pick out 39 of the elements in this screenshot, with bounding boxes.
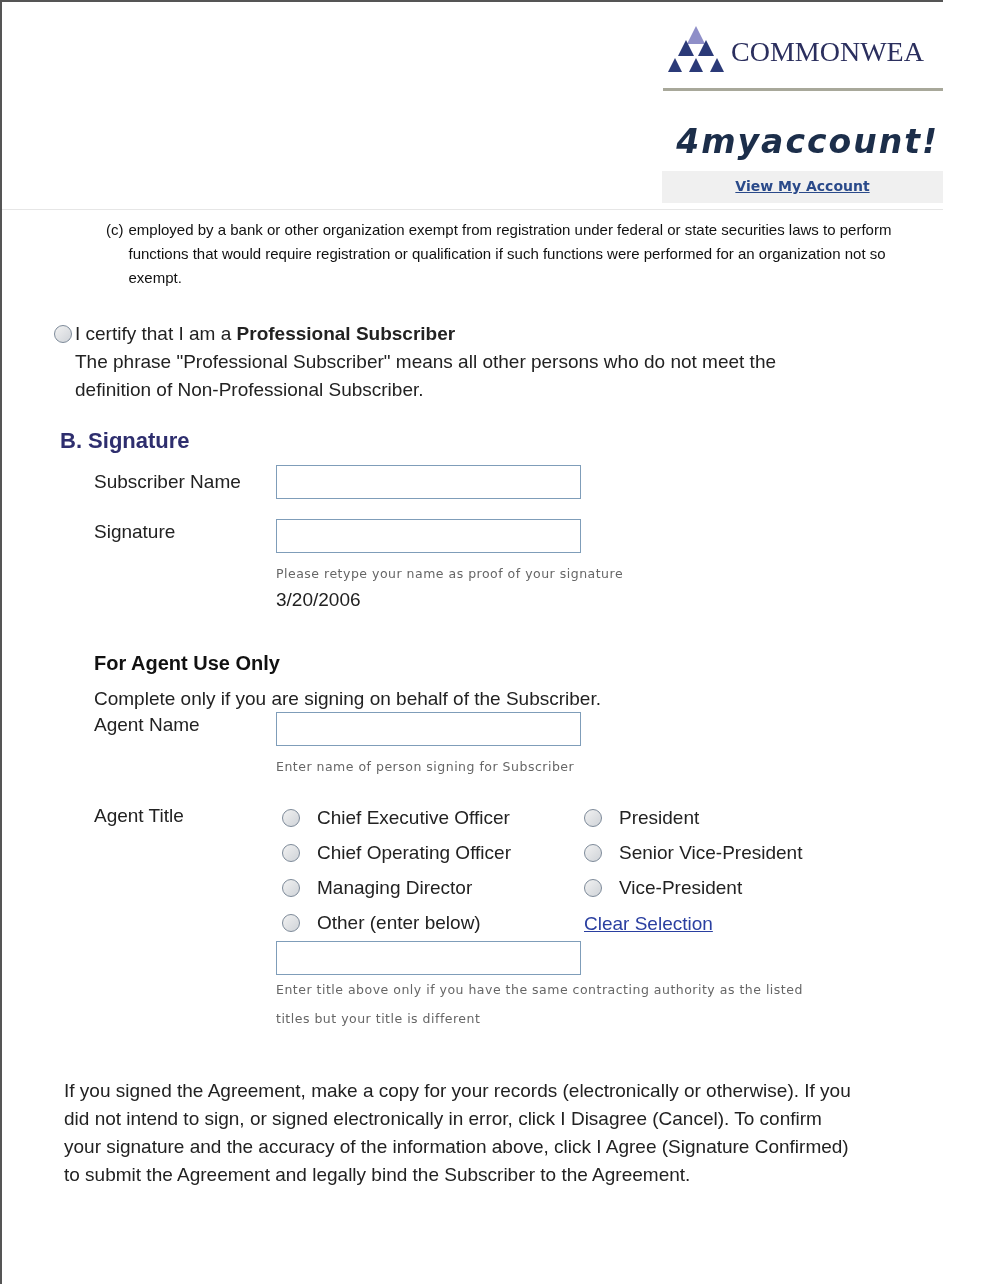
option-label: President: [619, 805, 700, 830]
brand-tagline: 4myaccount!: [676, 121, 940, 163]
field-label: Subscriber Name: [94, 470, 242, 494]
radio-button[interactable]: [584, 879, 602, 897]
input-field[interactable]: [276, 465, 581, 499]
option-label: Managing Director: [317, 875, 473, 900]
hint-text: Enter title above only if you have the same contracting authority as the listed titles but your title is different: [276, 980, 804, 1028]
view-account-link[interactable]: View My Account: [735, 176, 870, 197]
agreement-paragraph: If you signed the Agreement, make a copy for your records (electronically or otherwise). If you did not intend to sign, or signed electronically in error, click I Disagree (Cancel). To confirm your signature and the accuracy of the information above, click I Agree (Signature Confirmed) to submit the Agreement and legally bind the Subscriber to the Agreement.: [63, 1078, 852, 1187]
option-label: Other (enter below): [317, 910, 481, 935]
option-label: Chief Operating Officer: [317, 840, 511, 865]
clause-marker: (c): [106, 220, 124, 240]
radio-button[interactable]: [584, 844, 602, 862]
radio-button[interactable]: [584, 809, 602, 827]
field-label: Signature: [94, 520, 177, 544]
instruction-text: Complete only if you are signing on behalf of the Subscriber.: [94, 687, 602, 711]
field-label: Agent Name: [94, 713, 201, 737]
option-label: Vice-President: [619, 875, 743, 900]
radio-button[interactable]: [282, 809, 300, 827]
option-label: Senior Vice-President: [619, 840, 803, 865]
input-field[interactable]: [276, 519, 581, 553]
clear-selection-link[interactable]: Clear Selection: [584, 910, 844, 939]
subsection-heading: For Agent Use Only: [94, 651, 281, 676]
radio-button[interactable]: [282, 844, 300, 862]
option-label: Chief Executive Officer: [317, 805, 510, 830]
radio-button[interactable]: [282, 914, 300, 932]
clause-text: employed by a bank or other organization exempt from registration under federal or state securities laws to perform functions that would require registration or qualification if such functions were performed for an organization not so exempt.: [128, 220, 893, 288]
input-field[interactable]: [276, 940, 581, 975]
radio-button[interactable]: [282, 879, 300, 897]
section-heading: B. Signature: [59, 427, 191, 455]
date-text: 3/20/2006: [276, 588, 362, 612]
certify-label: I certify that I am a Professional Subscriber: [75, 322, 457, 346]
radio-button[interactable]: [54, 325, 72, 343]
definition-text: The phrase "Professional Subscriber" means all other persons who do not meet the definition of Non-Professional Subscriber.: [75, 350, 778, 402]
input-field[interactable]: [276, 712, 581, 746]
field-label: Agent Title: [94, 804, 185, 828]
logo-text: COMMONWEA: [731, 35, 924, 69]
hint-text: Enter name of person signing for Subscriber: [276, 758, 576, 776]
hint-text: Please retype your name as proof of your signature: [276, 565, 624, 583]
